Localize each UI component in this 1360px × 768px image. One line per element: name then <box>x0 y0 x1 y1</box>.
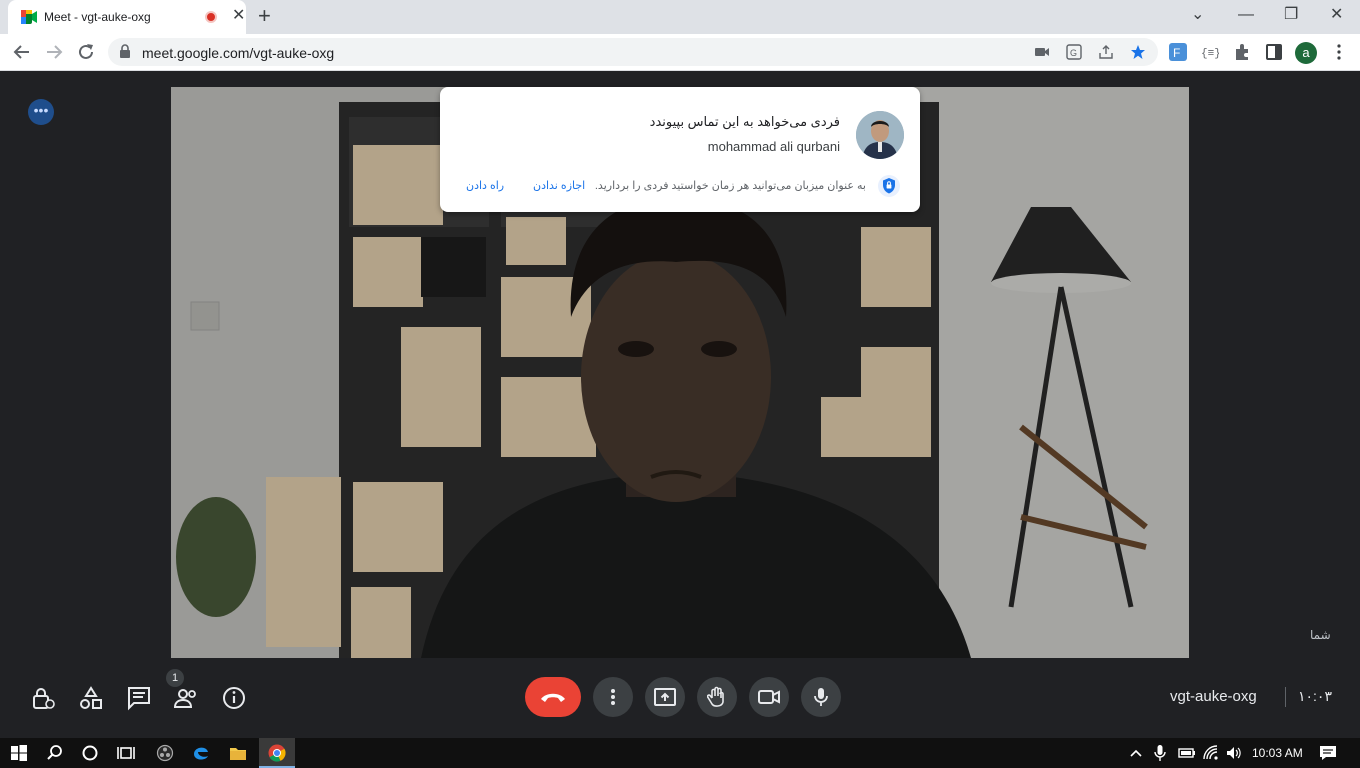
host-shield-lock-icon <box>878 175 900 197</box>
cortana-icon[interactable] <box>81 744 99 762</box>
present-screen-icon <box>654 688 676 706</box>
camera-in-use-icon[interactable] <box>1034 44 1050 60</box>
host-note: به عنوان میزبان می‌توانید هر زمان خواستی… <box>594 180 866 192</box>
raise-hand-icon <box>707 686 724 707</box>
url-text[interactable]: meet.google.com/vgt-auke-oxg <box>142 45 334 61</box>
task-view-icon[interactable] <box>117 744 135 762</box>
more-options-button[interactable] <box>593 677 633 717</box>
self-name-label: شما <box>1310 628 1331 642</box>
activities-shapes-icon[interactable] <box>78 685 104 711</box>
requester-avatar <box>856 111 904 159</box>
battery-icon[interactable] <box>1178 744 1196 762</box>
side-panel-icon[interactable] <box>1265 43 1283 61</box>
meeting-info-icon[interactable] <box>221 685 247 711</box>
restore-button[interactable]: ❐ <box>1284 4 1298 26</box>
divider <box>1285 687 1286 707</box>
window-close-button[interactable]: ✕ <box>1330 4 1343 26</box>
meeting-clock: ۱۰:۰۳ <box>1298 688 1332 704</box>
system-clock[interactable]: 10:03 AM <box>1252 746 1303 760</box>
lock-icon[interactable] <box>120 44 130 58</box>
svg-text:F: F <box>1173 46 1180 60</box>
chrome-taskbar-button[interactable] <box>259 738 295 768</box>
meeting-code: vgt-auke-oxg <box>1170 688 1257 705</box>
svg-text:G: G <box>1070 48 1077 58</box>
obs-studio-icon[interactable] <box>156 744 174 762</box>
host-controls-lock-icon[interactable] <box>30 685 56 711</box>
present-screen-button[interactable] <box>645 677 685 717</box>
file-explorer-icon[interactable] <box>229 744 247 762</box>
extensions-puzzle-icon[interactable] <box>1233 43 1251 61</box>
tab-search-chevron-icon[interactable]: ⌄ <box>1191 4 1204 26</box>
windows-start-icon[interactable] <box>10 744 28 762</box>
deny-entry-button[interactable]: اجازه ندادن <box>533 179 585 192</box>
hang-up-phone-icon <box>541 693 565 702</box>
admit-button[interactable]: راه دادن <box>466 179 504 192</box>
reload-icon[interactable] <box>76 42 96 62</box>
translate-icon[interactable]: G <box>1066 44 1082 60</box>
microphone-toggle-button[interactable] <box>801 677 841 717</box>
svg-text:{≡}: {≡} <box>1201 48 1219 60</box>
tab-close-icon[interactable]: ✕ <box>232 8 245 24</box>
chrome-icon <box>268 744 286 762</box>
microphone-icon <box>814 688 828 706</box>
wifi-icon[interactable] <box>1202 744 1220 762</box>
raise-hand-button[interactable] <box>697 677 737 717</box>
notifications-icon[interactable] <box>1319 744 1337 762</box>
search-icon[interactable] <box>46 744 64 762</box>
windows-taskbar: 10:03 AM <box>0 738 1360 768</box>
new-tab-button[interactable]: + <box>258 5 271 27</box>
browser-toolbar: meet.google.com/vgt-auke-oxg G F {≡} a <box>0 34 1360 71</box>
bookmark-star-icon[interactable] <box>1130 44 1146 60</box>
join-request-message: فردی می‌خواهد به این تماس بپیوندد <box>649 114 840 129</box>
tray-chevron-up-icon[interactable] <box>1129 744 1143 762</box>
edge-icon[interactable] <box>192 744 210 762</box>
back-icon[interactable] <box>12 42 32 62</box>
extension-f-icon[interactable]: F <box>1169 43 1187 61</box>
participants-icon[interactable] <box>173 685 199 711</box>
leave-call-button[interactable] <box>525 677 581 717</box>
join-request-dialog: فردی می‌خواهد به این تماس بپیوندد mohamm… <box>440 87 920 212</box>
requester-name: mohammad ali qurbani <box>707 139 840 154</box>
recording-indicator-icon <box>205 11 217 23</box>
profile-avatar[interactable]: a <box>1295 42 1317 64</box>
volume-icon[interactable] <box>1225 744 1243 762</box>
vertical-dots-icon <box>611 689 615 705</box>
share-icon[interactable] <box>1098 44 1114 60</box>
tab-title: Meet - vgt-auke-oxg <box>44 10 151 24</box>
tray-microphone-icon[interactable] <box>1153 744 1167 762</box>
address-bar[interactable]: meet.google.com/vgt-auke-oxg G <box>108 38 1158 66</box>
forward-icon[interactable] <box>44 42 64 62</box>
meet-call-area: ••• <box>0 71 1360 738</box>
tab-strip: Meet - vgt-auke-oxg ✕ + ⌄ — ❐ ✕ <box>0 0 1360 34</box>
camera-toggle-button[interactable] <box>749 677 789 717</box>
chat-icon[interactable] <box>126 685 152 711</box>
chrome-menu-icon[interactable] <box>1330 43 1348 61</box>
json-extension-icon[interactable]: {≡} <box>1201 43 1219 61</box>
google-meet-icon <box>21 10 37 24</box>
video-camera-icon <box>758 690 780 704</box>
more-options-dots-icon[interactable]: ••• <box>28 99 54 125</box>
browser-tab[interactable]: Meet - vgt-auke-oxg ✕ <box>8 0 246 34</box>
minimize-button[interactable]: — <box>1238 4 1254 26</box>
